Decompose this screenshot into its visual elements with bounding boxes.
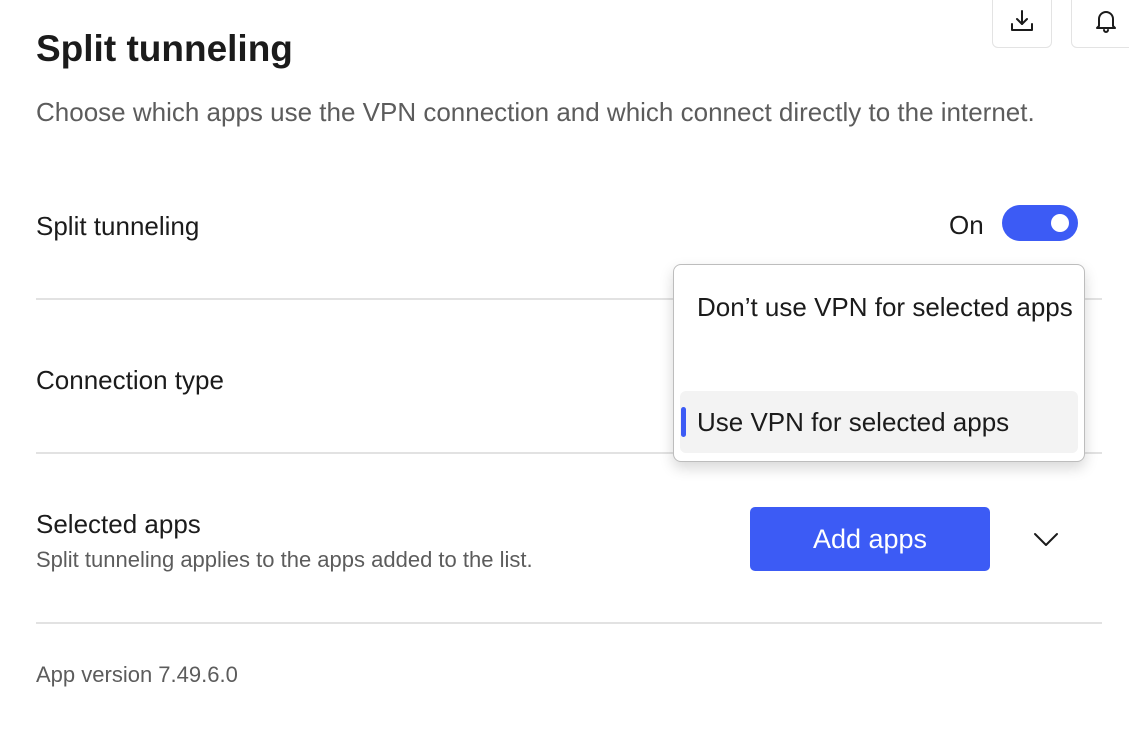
toggle-state-label: On bbox=[949, 210, 984, 240]
toggle-knob bbox=[1051, 214, 1069, 232]
selection-indicator bbox=[681, 407, 686, 437]
option-label: Use VPN for selected apps bbox=[697, 407, 1010, 437]
option-label: Don’t use VPN for selected apps bbox=[697, 292, 1073, 322]
split-tunneling-label: Split tunneling bbox=[36, 211, 200, 241]
option-dont-use-vpn[interactable]: Don’t use VPN for selected apps bbox=[680, 281, 1078, 391]
divider bbox=[36, 622, 1102, 624]
settings-page: Split tunneling Choose which apps use th… bbox=[0, 0, 1129, 756]
bell-icon bbox=[1094, 0, 1118, 39]
app-version: App version 7.49.6.0 bbox=[36, 662, 238, 687]
page-description: Choose which apps use the VPN connection… bbox=[36, 97, 1035, 127]
add-apps-button[interactable]: Add apps bbox=[750, 507, 990, 571]
download-icon bbox=[1009, 0, 1035, 39]
selected-apps-description: Split tunneling applies to the apps adde… bbox=[36, 547, 533, 572]
selected-apps-label: Selected apps bbox=[36, 509, 201, 539]
notifications-button[interactable] bbox=[1071, 0, 1129, 48]
page-title: Split tunneling bbox=[36, 28, 293, 69]
option-use-vpn[interactable]: Use VPN for selected apps bbox=[680, 391, 1078, 453]
connection-type-label: Connection type bbox=[36, 365, 224, 395]
chevron-down-icon[interactable] bbox=[1030, 528, 1062, 550]
connection-type-dropdown: Don’t use VPN for selected apps Use VPN … bbox=[673, 264, 1085, 462]
download-button[interactable] bbox=[992, 0, 1052, 48]
split-tunneling-toggle[interactable] bbox=[1002, 205, 1078, 241]
